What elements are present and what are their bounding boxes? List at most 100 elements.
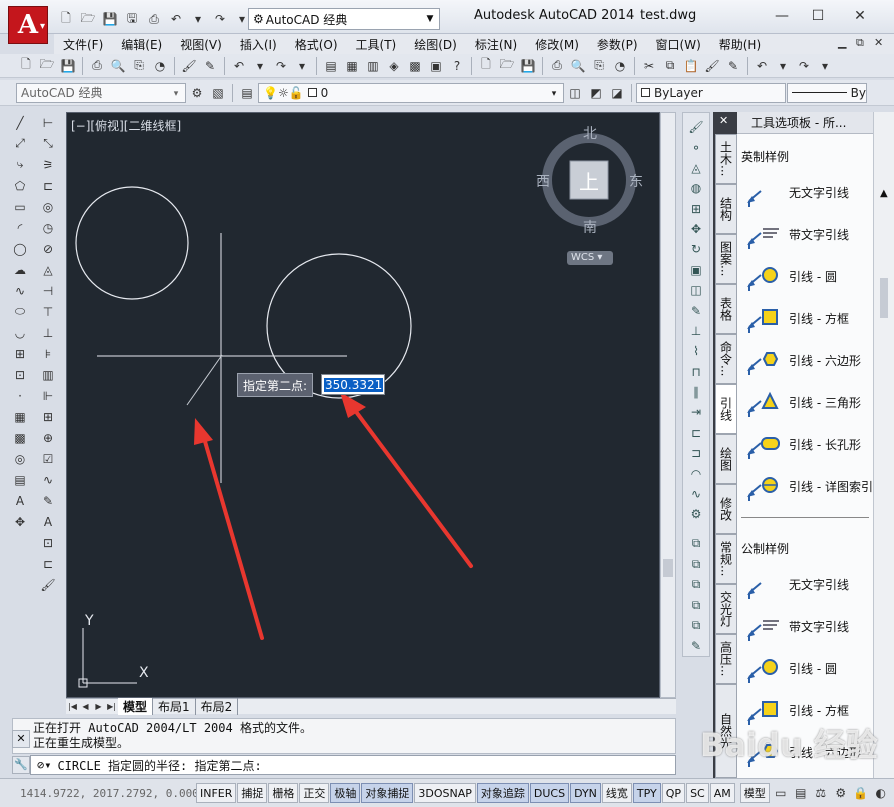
publish-icon[interactable]: ⎘: [589, 56, 609, 76]
layer-previous-icon[interactable]: ◩: [586, 83, 606, 103]
gear-icon[interactable]: ⚙: [187, 83, 207, 103]
tab-layout1[interactable]: 布局1: [153, 698, 196, 715]
snap-perpendicular-icon[interactable]: ⊥: [685, 321, 707, 341]
redo-icon[interactable]: ↷: [210, 9, 230, 29]
quick-view-drawings-icon[interactable]: ▤: [791, 783, 811, 803]
next-tab-arrow-icon[interactable]: ▶: [92, 702, 105, 711]
copy-icon[interactable]: ⧉: [660, 56, 680, 76]
palette-tool-item[interactable]: 引线 - 方框: [737, 297, 873, 339]
multiline-text-icon[interactable]: A: [10, 490, 30, 511]
palette-tab[interactable]: 命令...: [715, 334, 737, 384]
rectangle-icon[interactable]: ▭: [10, 196, 30, 217]
workspace-combo[interactable]: ⚙ AutoCAD 经典 ▼: [248, 8, 440, 30]
status-qp[interactable]: QP: [661, 783, 686, 803]
snap-tangent-icon[interactable]: ⌇: [685, 341, 707, 361]
palette-tool-item[interactable]: 引线 - 圆: [737, 255, 873, 297]
doc-minimize-button[interactable]: ▁: [838, 36, 846, 49]
palette-tab[interactable]: 常规...: [715, 534, 737, 584]
region-icon[interactable]: ◎: [10, 448, 30, 469]
open-folder-icon[interactable]: 🗁: [497, 56, 517, 76]
redo-icon[interactable]: ↷: [271, 56, 291, 76]
array-icon[interactable]: ◎: [38, 196, 58, 217]
markup-icon[interactable]: ◈: [384, 56, 404, 76]
menu-insert[interactable]: 插入(I): [231, 36, 286, 53]
status-model[interactable]: 模型: [739, 783, 770, 803]
gradient-icon[interactable]: ▩: [10, 427, 30, 448]
palette-tab[interactable]: 高压...: [715, 634, 737, 684]
new-file-icon[interactable]: 🗋: [16, 56, 36, 76]
cut-icon[interactable]: ✂: [639, 56, 659, 76]
menu-help[interactable]: 帮助(H): [710, 36, 770, 53]
color-select[interactable]: ByLayer: [636, 82, 786, 103]
palette-tab[interactable]: 交光灯: [715, 584, 737, 634]
copy-object-icon[interactable]: ⤡: [38, 133, 58, 154]
mirror-icon[interactable]: ⚞: [38, 154, 58, 175]
view-front-icon[interactable]: ⧉: [685, 554, 707, 574]
close-icon[interactable]: ✕: [719, 114, 728, 127]
palette-tool-item[interactable]: 引线 - 长孔形: [737, 423, 873, 465]
snap-arc-icon[interactable]: ◠: [685, 463, 707, 483]
brush-icon[interactable]: ✎: [200, 56, 220, 76]
help-icon[interactable]: ?: [447, 56, 467, 76]
sheet-set-icon[interactable]: ▤: [321, 56, 341, 76]
palette-scrollbar[interactable]: ▲: [873, 112, 894, 778]
erase-icon[interactable]: ⊢: [38, 112, 58, 133]
chevron-down-icon[interactable]: ▾: [773, 56, 793, 76]
status-grid[interactable]: 栅格: [268, 783, 299, 803]
linetype-select[interactable]: By: [787, 82, 867, 103]
chamfer-icon[interactable]: ⊩: [38, 385, 58, 406]
layer-state-icon[interactable]: ◪: [607, 83, 627, 103]
snap-triangle-icon[interactable]: ◬: [685, 158, 707, 178]
redo-icon[interactable]: ↷: [794, 56, 814, 76]
move-icon[interactable]: ✥: [685, 219, 707, 239]
wcs-menu[interactable]: WCS ▾: [567, 251, 613, 265]
rotate-icon[interactable]: ↻: [685, 239, 707, 259]
view-iso-icon[interactable]: ⧉: [685, 595, 707, 615]
publish-icon[interactable]: ⎘: [129, 56, 149, 76]
table-icon[interactable]: ▤: [10, 469, 30, 490]
palette-tool-item[interactable]: 带文字引线: [737, 213, 873, 255]
drawing-canvas[interactable]: [67, 113, 660, 698]
palette-tab[interactable]: 土木...: [715, 134, 737, 184]
viewcube-south[interactable]: 南: [583, 217, 597, 237]
palette-tab[interactable]: 表格: [715, 284, 737, 334]
text-style-icon[interactable]: A: [38, 511, 58, 532]
lock-icon[interactable]: 🔒: [851, 783, 871, 803]
scrollbar-thumb[interactable]: [663, 559, 673, 577]
break-icon[interactable]: ⊧: [38, 343, 58, 364]
status-osnap[interactable]: 对象捕捉: [361, 783, 414, 803]
print-icon[interactable]: ⎙: [144, 9, 164, 29]
workspace-switch-icon[interactable]: ⚙: [831, 783, 851, 803]
chevron-down-icon[interactable]: ▼: [423, 11, 437, 27]
fillet-icon[interactable]: ⊞: [38, 406, 58, 427]
snap-circle-icon[interactable]: ◍: [685, 178, 707, 198]
brush-icon[interactable]: 🖌: [685, 117, 707, 137]
match-properties-icon[interactable]: 🖌: [702, 56, 722, 76]
print-icon[interactable]: ⎙: [547, 56, 567, 76]
spline-icon[interactable]: ∿: [10, 280, 30, 301]
undo-icon[interactable]: ↶: [166, 9, 186, 29]
status-ortho[interactable]: 正交: [299, 783, 330, 803]
polyline-icon[interactable]: ⤷: [10, 154, 30, 175]
viewcube-north[interactable]: 北: [583, 123, 597, 143]
app-logo[interactable]: A: [8, 6, 48, 45]
status-otrack[interactable]: 对象追踪: [476, 783, 529, 803]
scale-text-icon[interactable]: ⊡: [38, 532, 58, 553]
menu-tools[interactable]: 工具(T): [347, 36, 406, 53]
palette-tool-item[interactable]: 引线 - 详图索引: [737, 465, 873, 507]
save-icon[interactable]: 💾: [100, 9, 120, 29]
globe-icon[interactable]: ◔: [150, 56, 170, 76]
chevron-down-icon[interactable]: ▾: [188, 9, 208, 29]
palette-tool-item[interactable]: 带文字引线: [737, 605, 873, 647]
menu-view[interactable]: 视图(V): [171, 36, 231, 53]
viewport-vertical-scrollbar[interactable]: [660, 112, 676, 698]
close-command-line-icon[interactable]: ✕: [12, 730, 30, 748]
check-icon[interactable]: ☑: [38, 448, 58, 469]
join-icon[interactable]: ▥: [38, 364, 58, 385]
scale-icon[interactable]: ◬: [38, 259, 58, 280]
tool-palette-icon[interactable]: ▦: [342, 56, 362, 76]
ellipse-icon[interactable]: ⬭: [10, 301, 30, 322]
menu-file[interactable]: 文件(F): [54, 36, 112, 53]
palette-tool-item[interactable]: 无文字引线: [737, 171, 873, 213]
workspace-select[interactable]: AutoCAD 经典 ▾: [16, 82, 186, 103]
